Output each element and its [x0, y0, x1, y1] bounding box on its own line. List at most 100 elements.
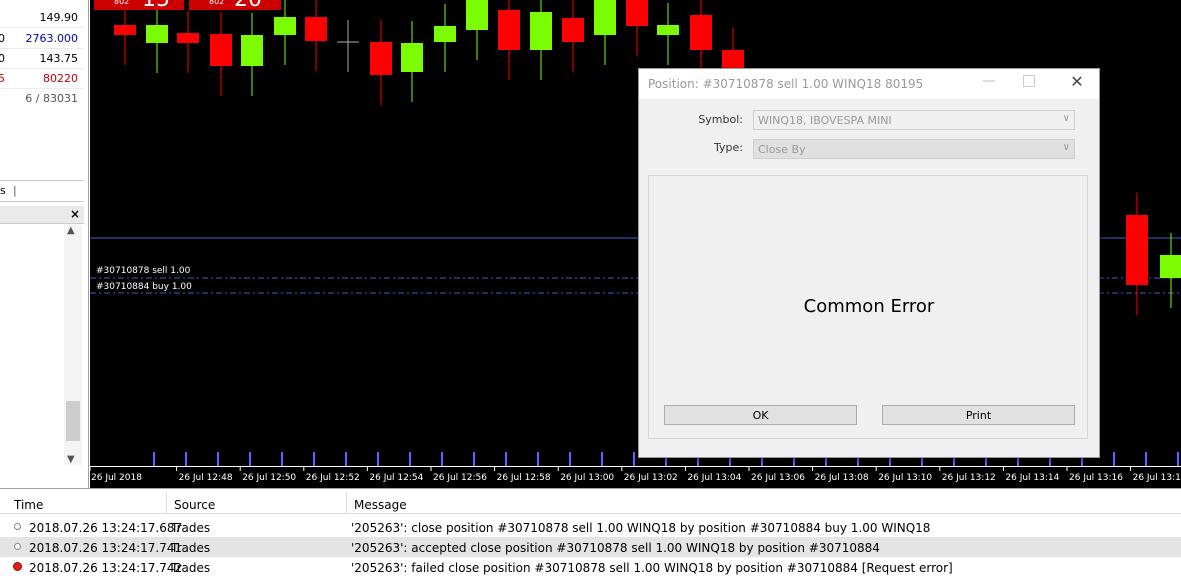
- row-message: '205263': failed close position #3071087…: [351, 561, 953, 575]
- bear-candle: [210, 34, 232, 66]
- quote-edge: 5: [0, 72, 5, 85]
- bear-candle: [305, 17, 327, 41]
- bull-candle: [241, 35, 263, 66]
- bull-candle: [530, 12, 552, 50]
- info-status-icon: [14, 543, 21, 550]
- time-axis-label: 26 Jul 12:58: [497, 473, 551, 483]
- close-icon[interactable]: ×: [70, 207, 80, 221]
- error-status-icon: [13, 562, 22, 571]
- quote-value: 2763.000: [25, 32, 79, 45]
- time-axis-labels: 26 Jul 2018 26 Jul 12:48 26 Jul 12:50 26 Ju…: [90, 467, 1181, 483]
- price-box-big: 20: [234, 0, 262, 12]
- time-axis-label: 26 Jul 12:50: [242, 473, 296, 483]
- symbol-label: Symbol:: [698, 113, 743, 126]
- trade-label-buy[interactable]: #30710884 buy 1.00: [96, 282, 192, 292]
- time-axis-label: 26 Jul 13:14: [1005, 473, 1059, 483]
- quote-row[interactable]: 0 143.75: [0, 49, 84, 69]
- time-axis-label: 26 Jul 13:08: [815, 473, 869, 483]
- chevron-down-icon: ∨: [1062, 113, 1070, 124]
- trade-label-sell[interactable]: #30710878 sell 1.00: [96, 266, 190, 276]
- column-header-time[interactable]: Time: [14, 498, 43, 516]
- row-source: Trades: [171, 541, 211, 555]
- bear-candle: [1126, 215, 1148, 285]
- bull-candle: [466, 0, 488, 30]
- time-axis-label: 26 Jul 13:00: [560, 473, 614, 483]
- type-label: Type:: [714, 141, 743, 154]
- dialog-title: Position: #30710878 sell 1.00 WINQ18 801…: [648, 77, 924, 91]
- bull-candle: [657, 25, 679, 35]
- column-header-source[interactable]: Source: [174, 498, 215, 516]
- quote-value: 143.75: [39, 52, 79, 65]
- ok-button[interactable]: OK: [664, 405, 857, 425]
- navigator-header: ×: [0, 206, 84, 224]
- row-time: 2018.07.26 13:24:17.741: [29, 541, 183, 555]
- price-box-small: 802: [114, 0, 130, 6]
- scroll-up-icon[interactable]: ▲: [67, 225, 75, 236]
- time-axis-label: 26 Jul 13:10: [878, 473, 932, 483]
- row-message: '205263': accepted close position #30710…: [351, 541, 880, 555]
- column-header-message[interactable]: Message: [354, 498, 407, 516]
- type-value: Close By: [758, 143, 806, 156]
- quote-edge: 0: [0, 32, 5, 45]
- close-icon[interactable]: ✕: [1067, 72, 1087, 92]
- time-axis-label: 26 Jul 13:02: [624, 473, 678, 483]
- quote-count: 6 / 83031: [25, 92, 78, 105]
- journal-panel: Time Source Message 2018.07.26 13:24:17.…: [0, 488, 1181, 584]
- type-select[interactable]: Close By ∨: [753, 139, 1075, 159]
- scrollbar-thumb[interactable]: [66, 401, 80, 441]
- bear-candle: [562, 18, 584, 42]
- time-axis-label: 26 Jul 12:52: [306, 473, 360, 483]
- tab-fragment[interactable]: s: [0, 184, 6, 197]
- price-box: 802 15: [94, 0, 184, 12]
- symbol-value: WINQ18, IBOVESPA MINI: [758, 114, 892, 127]
- position-dialog: Position: #30710878 sell 1.00 WINQ18 801…: [638, 68, 1100, 458]
- journal-row[interactable]: 2018.07.26 13:24:17.741 Trades '205263':…: [0, 537, 1181, 557]
- quote-row[interactable]: 149.90: [0, 8, 84, 28]
- info-status-icon: [14, 523, 21, 530]
- quote-count-row: 6 / 83031: [0, 89, 84, 109]
- bear-candle: [498, 10, 520, 50]
- time-axis-label: 26 Jul 13:04: [687, 473, 741, 483]
- quote-value: 149.90: [39, 11, 79, 24]
- row-time: 2018.07.26 13:24:17.687: [29, 521, 183, 535]
- time-axis: 26 Jul 2018 26 Jul 12:48 26 Jul 12:50 26 Ju…: [90, 466, 1181, 488]
- tab-separator: |: [13, 184, 17, 197]
- quote-row[interactable]: 0 2763.000: [0, 29, 84, 49]
- bear-candle: [690, 15, 712, 50]
- row-message: '205263': close position #30710878 sell …: [351, 521, 931, 535]
- maximize-icon[interactable]: [1023, 75, 1035, 87]
- vertical-scrollbar[interactable]: ▲ ▼: [64, 225, 82, 465]
- time-axis-label: 26 Jul 2018: [91, 473, 142, 483]
- scroll-down-icon[interactable]: ▼: [67, 454, 75, 465]
- bull-candle: [146, 25, 168, 43]
- print-button[interactable]: Print: [882, 405, 1075, 425]
- row-source: Trades: [171, 521, 211, 535]
- bear-candle: [626, 0, 648, 26]
- bull-candle: [594, 0, 616, 35]
- price-box: 802 20: [189, 0, 281, 12]
- bear-candle: [177, 33, 199, 43]
- bear-candle: [114, 25, 136, 35]
- minimize-icon[interactable]: —: [979, 73, 999, 93]
- quote-row[interactable]: 5 80220: [0, 69, 84, 89]
- journal-row[interactable]: 2018.07.26 13:24:17.687 Trades '205263':…: [0, 517, 1181, 537]
- quote-value: 80220: [43, 72, 78, 85]
- bull-candle: [401, 43, 423, 72]
- chevron-down-icon: ∨: [1062, 142, 1070, 153]
- market-watch-panel: 149.90 0 2763.000 0 143.75 5 80220 6 / 8…: [0, 0, 89, 488]
- symbol-select[interactable]: WINQ18, IBOVESPA MINI ∨: [753, 110, 1075, 130]
- journal-header: Time Source Message: [0, 492, 1181, 514]
- row-source: Trades: [171, 561, 211, 575]
- time-axis-label: 26 Jul 12:54: [369, 473, 423, 483]
- time-axis-label: 26 Jul 13:06: [751, 473, 805, 483]
- dialog-titlebar[interactable]: Position: #30710878 sell 1.00 WINQ18 801…: [639, 69, 1099, 99]
- time-axis-label: 26 Jul 13:16: [1069, 473, 1123, 483]
- time-axis-label: 26 Jul 13:12: [942, 473, 996, 483]
- row-time: 2018.07.26 13:24:17.742: [29, 561, 183, 575]
- result-panel: Common Error OK Print: [648, 175, 1088, 439]
- price-box-big: 15: [142, 0, 170, 12]
- time-axis-label: 26 Jul 12:56: [433, 473, 487, 483]
- journal-row[interactable]: 2018.07.26 13:24:17.742 Trades '205263':…: [0, 557, 1181, 577]
- bull-candle: [434, 26, 456, 42]
- panel-tab-strip: s |: [0, 180, 84, 202]
